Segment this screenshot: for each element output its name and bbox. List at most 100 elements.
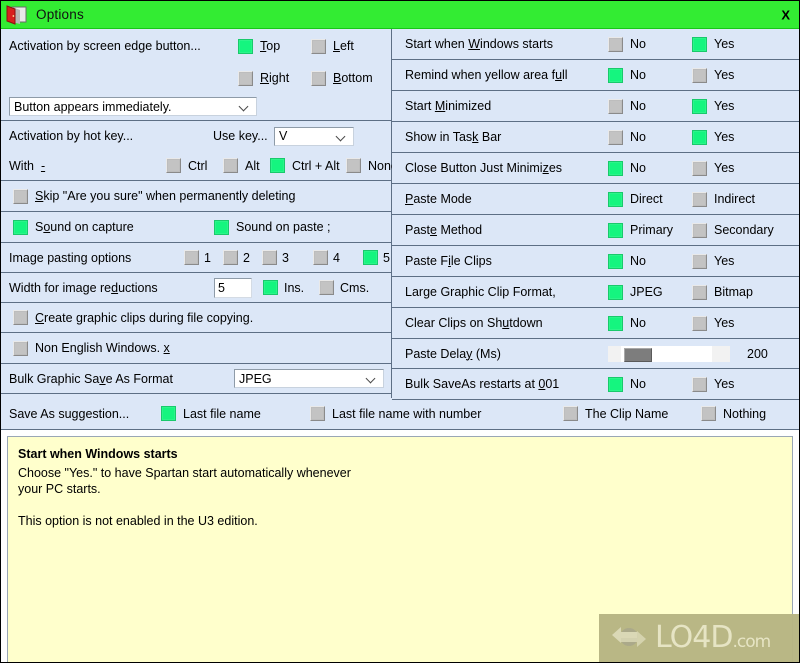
edge-left-checkbox[interactable]	[311, 38, 326, 54]
bulk-saveas-restart-no-checkbox[interactable]	[608, 376, 623, 392]
use-key-select[interactable]: V	[274, 126, 354, 146]
save-as-last-file-name-number-checkbox[interactable]	[310, 406, 325, 421]
non-english-checkbox[interactable]	[13, 340, 28, 356]
image-pasting-option-5[interactable]: 5	[363, 250, 390, 265]
paste-delay-slider-thumb[interactable]	[624, 347, 652, 362]
button-appearance-select[interactable]: Button appears immediately.	[9, 97, 257, 116]
show-in-taskbar-yes[interactable]: Yes	[692, 129, 734, 145]
remind-yellow-full-yes-checkbox[interactable]	[692, 67, 707, 83]
image-pasting-1-checkbox[interactable]	[184, 250, 199, 265]
edge-option-right[interactable]: Right	[238, 70, 289, 86]
show-in-taskbar-yes-checkbox[interactable]	[692, 129, 707, 145]
save-as-last-file-name-number[interactable]: Last file name with number	[310, 406, 481, 421]
clear-clips-shutdown-no[interactable]: No	[608, 315, 646, 331]
bulk-format-select[interactable]: JPEG	[234, 369, 384, 388]
large-graphic-format-bitmap[interactable]: Bitmap	[692, 284, 753, 300]
modifier-none[interactable]: None	[346, 158, 398, 173]
start-minimized-yes-checkbox[interactable]	[692, 98, 707, 114]
clear-clips-shutdown-no-checkbox[interactable]	[608, 315, 623, 331]
modifier-ctrl-checkbox[interactable]	[166, 158, 181, 173]
paste-mode-indirect-checkbox[interactable]	[692, 191, 707, 207]
image-pasting-3-checkbox[interactable]	[262, 250, 277, 265]
bulk-saveas-restart-yes[interactable]: Yes	[692, 376, 734, 392]
bulk-saveas-restart-no[interactable]: No	[608, 376, 646, 392]
close-minimizes-no[interactable]: No	[608, 160, 646, 176]
units-cms-option[interactable]: Cms.	[319, 280, 369, 295]
large-graphic-format-bitmap-checkbox[interactable]	[692, 284, 707, 300]
close-minimizes-yes-checkbox[interactable]	[692, 160, 707, 176]
image-pasting-option-1[interactable]: 1	[184, 250, 211, 265]
large-graphic-format-jpeg[interactable]: JPEG	[608, 284, 663, 300]
image-pasting-4-checkbox[interactable]	[313, 250, 328, 265]
modifier-alt[interactable]: Alt	[223, 158, 260, 173]
close-minimizes-no-checkbox[interactable]	[608, 160, 623, 176]
save-as-nothing[interactable]: Nothing	[701, 406, 766, 421]
create-graphic-clips-option[interactable]: Create graphic clips during file copying…	[13, 310, 253, 325]
start-with-windows-yes[interactable]: Yes	[692, 36, 734, 52]
paste-method-primary[interactable]: Primary	[608, 222, 673, 238]
sound-on-paste-option[interactable]: Sound on paste ;	[214, 219, 331, 235]
save-as-last-file-name[interactable]: Last file name	[161, 406, 261, 421]
sound-on-capture-checkbox[interactable]	[13, 219, 28, 235]
start-minimized-yes[interactable]: Yes	[692, 98, 734, 114]
units-cms-checkbox[interactable]	[319, 280, 334, 295]
modifier-alt-checkbox[interactable]	[223, 158, 238, 173]
create-graphic-clips-checkbox[interactable]	[13, 310, 28, 325]
remind-yellow-full-yes[interactable]: Yes	[692, 67, 734, 83]
paste-file-clips-yes-checkbox[interactable]	[692, 253, 707, 269]
remind-yellow-full-no[interactable]: No	[608, 67, 646, 83]
image-pasting-2-checkbox[interactable]	[223, 250, 238, 265]
save-as-nothing-checkbox[interactable]	[701, 406, 716, 421]
paste-method-secondary-checkbox[interactable]	[692, 222, 707, 238]
paste-mode-indirect[interactable]: Indirect	[692, 191, 755, 207]
edge-bottom-checkbox[interactable]	[311, 70, 326, 86]
units-inches-option[interactable]: Ins.	[263, 280, 304, 295]
paste-file-clips-yes[interactable]: Yes	[692, 253, 734, 269]
clear-clips-shutdown-yes-checkbox[interactable]	[692, 315, 707, 331]
image-pasting-option-3[interactable]: 3	[262, 250, 289, 265]
modifier-ctrl-alt-checkbox[interactable]	[270, 158, 285, 173]
sound-on-paste-checkbox[interactable]	[214, 219, 229, 235]
edge-right-checkbox[interactable]	[238, 70, 253, 86]
edge-top-checkbox[interactable]	[238, 38, 253, 54]
start-minimized-no-checkbox[interactable]	[608, 98, 623, 114]
paste-mode-direct[interactable]: Direct	[608, 191, 663, 207]
start-with-windows-no-checkbox[interactable]	[608, 36, 623, 52]
edge-option-top[interactable]: Top	[238, 38, 280, 54]
start-with-windows-yes-checkbox[interactable]	[692, 36, 707, 52]
image-pasting-option-4[interactable]: 4	[313, 250, 340, 265]
clear-clips-shutdown-yes[interactable]: Yes	[692, 315, 734, 331]
width-reductions-input[interactable]	[214, 277, 252, 298]
paste-mode-direct-checkbox[interactable]	[608, 191, 623, 207]
sound-on-capture-option[interactable]: Sound on capture	[13, 219, 134, 235]
edge-option-left[interactable]: Left	[311, 38, 354, 54]
skip-confirm-option[interactable]: Skip "Are you sure" when permanently del…	[13, 188, 295, 204]
close-minimizes-yes[interactable]: Yes	[692, 160, 734, 176]
start-minimized-no[interactable]: No	[608, 98, 646, 114]
paste-file-clips-no-checkbox[interactable]	[608, 253, 623, 269]
close-button[interactable]: X	[781, 8, 790, 21]
show-in-taskbar-no-checkbox[interactable]	[608, 129, 623, 145]
image-pasting-5-checkbox[interactable]	[363, 250, 378, 265]
paste-method-secondary[interactable]: Secondary	[692, 222, 774, 238]
bulk-saveas-restart-yes-checkbox[interactable]	[692, 376, 707, 392]
save-as-clip-name[interactable]: The Clip Name	[563, 406, 668, 421]
paste-method-primary-checkbox[interactable]	[608, 222, 623, 238]
large-graphic-format-jpeg-checkbox[interactable]	[608, 284, 623, 300]
skip-confirm-checkbox[interactable]	[13, 188, 28, 204]
row-close-minimizes: Close Button Just Minimizes No Yes	[392, 153, 799, 184]
save-as-clip-name-checkbox[interactable]	[563, 406, 578, 421]
remind-yellow-full-no-checkbox[interactable]	[608, 67, 623, 83]
modifier-ctrl[interactable]: Ctrl	[166, 158, 207, 173]
save-as-last-file-name-checkbox[interactable]	[161, 406, 176, 421]
modifier-none-checkbox[interactable]	[346, 158, 361, 173]
units-inches-checkbox[interactable]	[263, 280, 278, 295]
show-in-taskbar-no[interactable]: No	[608, 129, 646, 145]
paste-delay-slider[interactable]	[608, 345, 730, 362]
non-english-option[interactable]: Non English Windows. x	[13, 340, 170, 356]
start-with-windows-no[interactable]: No	[608, 36, 646, 52]
paste-file-clips-no[interactable]: No	[608, 253, 646, 269]
modifier-ctrl-alt[interactable]: Ctrl + Alt	[270, 158, 340, 173]
image-pasting-option-2[interactable]: 2	[223, 250, 250, 265]
edge-option-bottom[interactable]: Bottom	[311, 70, 373, 86]
